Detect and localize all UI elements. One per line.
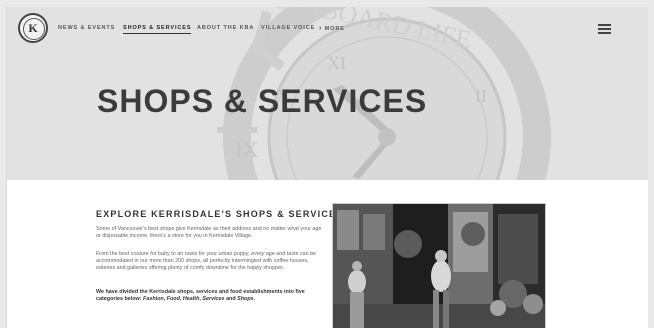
category-link-health[interactable]: Health (183, 296, 199, 302)
svg-text:IX: IX (235, 137, 258, 162)
intro-paragraph: Some of Vancouver's best shops give Kerr… (96, 226, 322, 240)
categories-paragraph: We have divided the Kerrisdale shops, se… (96, 289, 305, 303)
nav-more[interactable]: › MORE (319, 25, 345, 32)
section-title: EXPLORE KERRISDALE'S SHOPS & SERVICES (96, 209, 344, 219)
page: IX X XI II SEABOARD LIFE K NEWS & EVENTS… (6, 7, 648, 328)
category-link-services[interactable]: Services (202, 296, 224, 302)
page-title: SHOPS & SERVICES (97, 83, 428, 119)
hamburger-menu-icon[interactable] (598, 24, 611, 34)
kba-logo[interactable]: K (18, 13, 48, 43)
hero-banner: IX X XI II SEABOARD LIFE K NEWS & EVENTS… (7, 7, 648, 180)
svg-text:II: II (475, 86, 487, 106)
shoppers-street-photo (332, 203, 546, 328)
detail-paragraph: From the best couture for baby to an oas… (96, 251, 317, 272)
nav-village-voice[interactable]: VILLAGE VOICE (261, 25, 315, 31)
category-link-shops[interactable]: Shops (237, 296, 253, 302)
category-link-food[interactable]: Food (167, 296, 180, 302)
nav-about-kba[interactable]: ABOUT THE KBA (197, 25, 254, 31)
svg-text:XI: XI (327, 53, 346, 73)
nav-news-events[interactable]: NEWS & EVENTS (58, 25, 115, 31)
nav-shops-services[interactable]: SHOPS & SERVICES (123, 25, 192, 34)
top-navigation: K NEWS & EVENTS SHOPS & SERVICES ABOUT T… (7, 7, 648, 51)
main-content: EXPLORE KERRISDALE'S SHOPS & SERVICES So… (7, 180, 648, 328)
category-link-fashion[interactable]: Fashion (143, 296, 164, 302)
